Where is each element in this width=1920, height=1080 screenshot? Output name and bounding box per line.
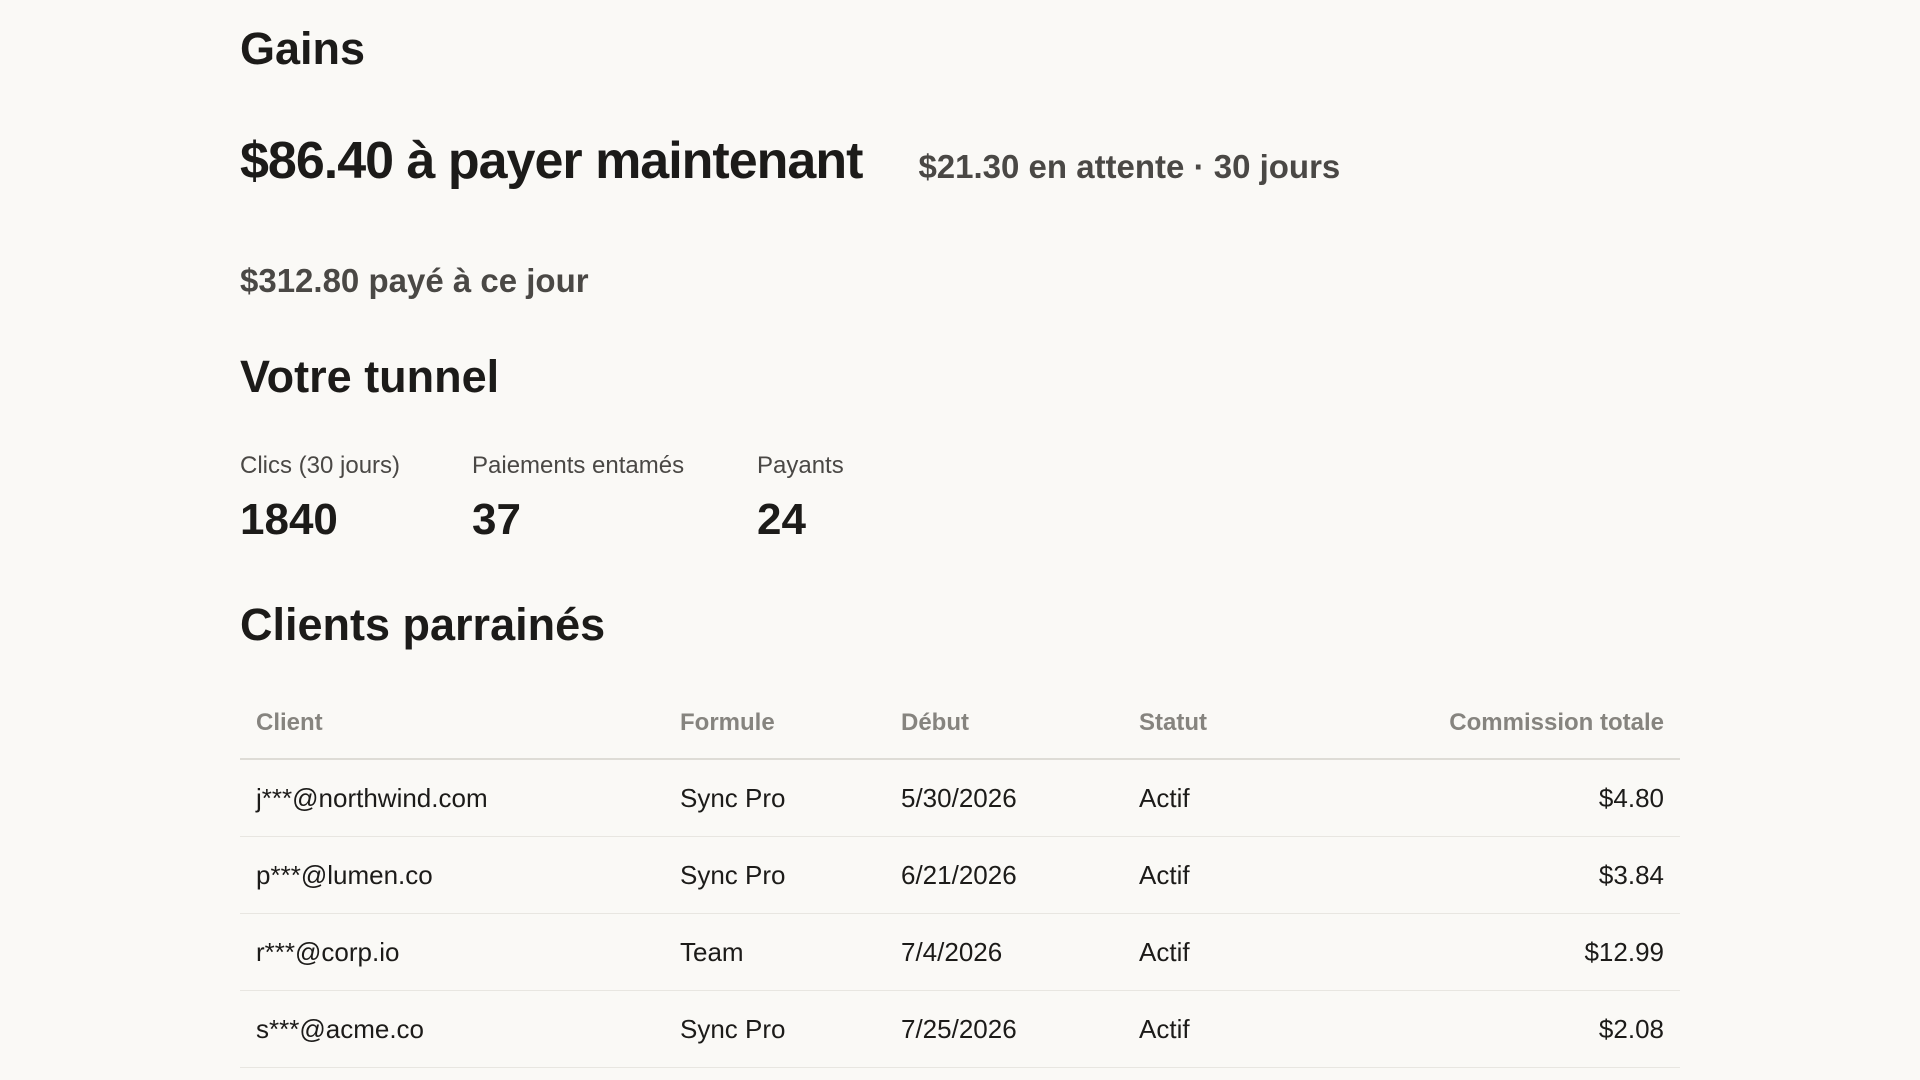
payable-now-amount: $86.40 à payer maintenant (240, 132, 863, 190)
cell-status: Actif (1123, 990, 1313, 1068)
cell-plan: Sync Pro (664, 836, 885, 914)
stat-checkouts-started: Paiements entamés 37 (472, 452, 757, 544)
referred-clients-heading: Clients parrainés (240, 599, 606, 650)
column-header-start: Début (885, 688, 1123, 760)
cell-client: j***@northwind.com (240, 759, 664, 837)
stat-label: Clics (30 jours) (240, 452, 401, 479)
referred-clients-table: Client Formule Début Statut Commission t… (240, 688, 1680, 1068)
cell-start: 5/30/2026 (885, 759, 1123, 837)
cell-status: Actif (1123, 759, 1313, 837)
cell-commission: $4.80 (1313, 759, 1680, 837)
funnel-heading: Votre tunnel (240, 351, 500, 402)
cell-status: Actif (1123, 836, 1313, 914)
stat-clicks: Clics (30 jours) 1840 (240, 452, 472, 544)
cell-plan: Sync Pro (664, 759, 885, 837)
paid-to-date-amount: $312.80 payé à ce jour (240, 262, 589, 299)
stat-label: Payants (757, 452, 844, 479)
cell-plan: Team (664, 913, 885, 991)
stat-label: Paiements entamés (472, 452, 685, 479)
column-header-status: Statut (1123, 688, 1313, 760)
balance-summary: $86.40 à payer maintenant $21.30 en atte… (240, 130, 1340, 192)
cell-commission: $2.08 (1313, 990, 1680, 1068)
table-header-row: Client Formule Début Statut Commission t… (240, 688, 1680, 760)
column-header-client: Client (240, 688, 664, 760)
cell-client: p***@lumen.co (240, 836, 664, 914)
cell-commission: $12.99 (1313, 913, 1680, 991)
table-row: p***@lumen.co Sync Pro 6/21/2026 Actif $… (240, 836, 1680, 914)
cell-start: 7/4/2026 (885, 913, 1123, 991)
cell-client: s***@acme.co (240, 990, 664, 1068)
table-row: s***@acme.co Sync Pro 7/25/2026 Actif $2… (240, 990, 1680, 1068)
funnel-stats: Clics (30 jours) 1840 Paiements entamés … (240, 452, 957, 544)
stat-value: 1840 (240, 495, 338, 544)
stat-value: 24 (757, 495, 806, 544)
table-row: r***@corp.io Team 7/4/2026 Actif $12.99 (240, 913, 1680, 991)
cell-client: r***@corp.io (240, 913, 664, 991)
earnings-heading: Gains (240, 23, 366, 74)
cell-start: 6/21/2026 (885, 836, 1123, 914)
column-header-plan: Formule (664, 688, 885, 760)
stat-value: 37 (472, 495, 521, 544)
pending-amount: $21.30 en attente · 30 jours (918, 148, 1341, 185)
cell-status: Actif (1123, 913, 1313, 991)
cell-plan: Sync Pro (664, 990, 885, 1068)
cell-commission: $3.84 (1313, 836, 1680, 914)
cell-start: 7/25/2026 (885, 990, 1123, 1068)
stat-paying: Payants 24 (757, 452, 957, 544)
table-row: j***@northwind.com Sync Pro 5/30/2026 Ac… (240, 759, 1680, 837)
column-header-commission: Commission totale (1313, 688, 1680, 760)
